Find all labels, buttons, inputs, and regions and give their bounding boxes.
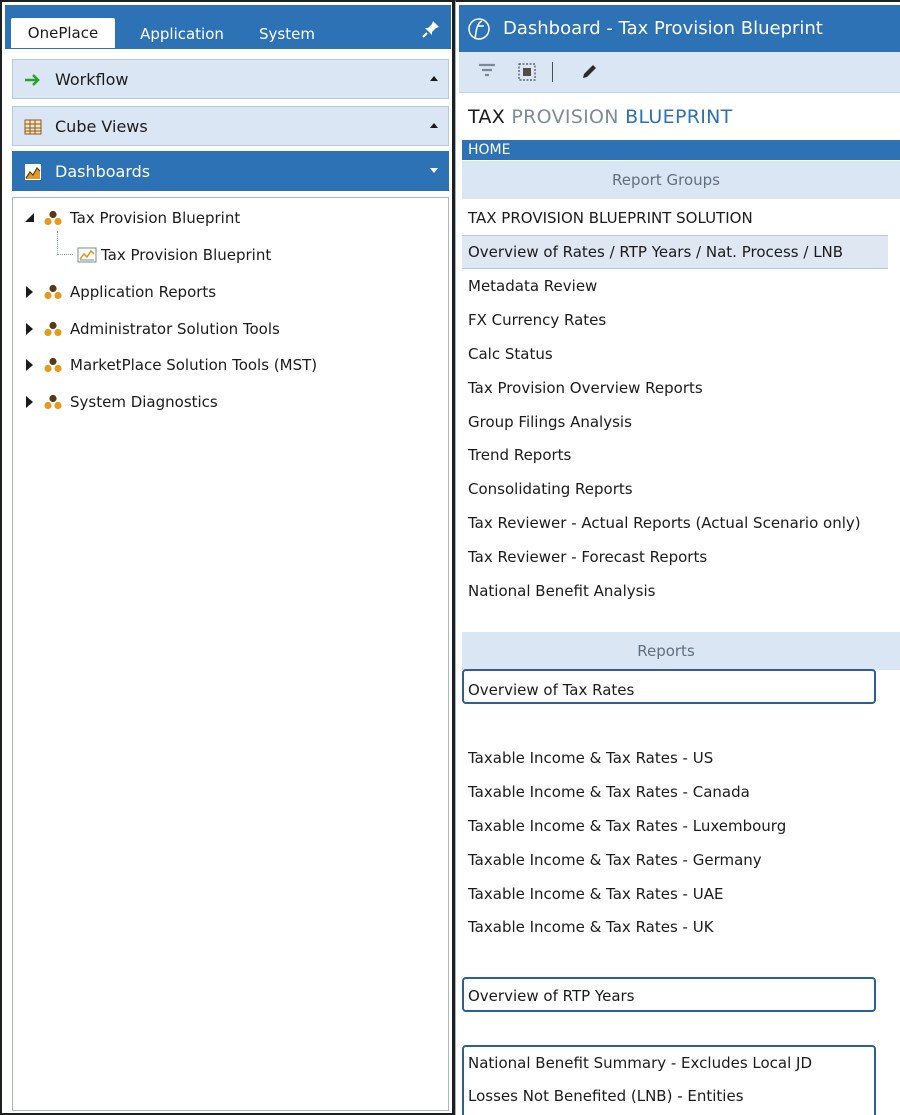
- report-national-benefit-summary[interactable]: National Benefit Summary - Excludes Loca…: [468, 1048, 812, 1078]
- report-group-item[interactable]: Tax Reviewer - Forecast Reports: [468, 542, 707, 572]
- select-icon[interactable]: [517, 62, 537, 82]
- tree-node-system-diagnostics[interactable]: System Diagnostics: [13, 387, 413, 417]
- tab-oneplace[interactable]: OnePlace: [11, 18, 115, 48]
- report-group-item-selected[interactable]: Overview of Rates / RTP Years / Nat. Pro…: [468, 237, 843, 267]
- dashboards-label: Dashboards: [55, 162, 151, 181]
- tree-label: Tax Provision Blueprint: [70, 209, 241, 227]
- report-item[interactable]: Taxable Income & Tax Rates - UAE: [468, 879, 723, 909]
- caret-up-icon: [430, 123, 438, 128]
- report-overview-tax-rates[interactable]: Overview of Tax Rates: [468, 675, 634, 705]
- tree-label: Tax Provision Blueprint: [101, 246, 272, 264]
- tree-label: Administrator Solution Tools: [70, 320, 280, 338]
- tree-label: System Diagnostics: [70, 393, 218, 411]
- tree-label: MarketPlace Solution Tools (MST): [70, 356, 318, 374]
- group-icon: [44, 394, 62, 410]
- report-group-item[interactable]: FX Currency Rates: [468, 305, 606, 335]
- tree-label: Application Reports: [70, 283, 217, 301]
- report-group-item[interactable]: National Benefit Analysis: [468, 576, 655, 606]
- caret-down-icon: [430, 168, 438, 173]
- report-item[interactable]: Taxable Income & Tax Rates - Canada: [468, 777, 750, 807]
- dashboards-panel-header[interactable]: Dashboards: [12, 151, 449, 191]
- left-tab-bar: OnePlace Application System: [5, 5, 451, 49]
- group-icon: [44, 321, 62, 337]
- tree-node-application-reports[interactable]: Application Reports: [13, 277, 413, 307]
- report-group-item[interactable]: Calc Status: [468, 339, 553, 369]
- workflow-panel-header[interactable]: Workflow: [12, 59, 449, 99]
- pin-icon[interactable]: [421, 19, 441, 39]
- tree-node-tax-provision-blueprint-dashboard[interactable]: Tax Provision Blueprint: [13, 240, 413, 270]
- dashboard-heading: TAX PROVISION BLUEPRINT: [468, 106, 733, 128]
- cube-views-label: Cube Views: [55, 117, 148, 136]
- window-title: Dashboard - Tax Provision Blueprint: [503, 18, 823, 39]
- report-item[interactable]: Taxable Income & Tax Rates - UK: [468, 912, 714, 942]
- report-group-item[interactable]: Tax Reviewer - Actual Reports (Actual Sc…: [468, 508, 861, 538]
- dashboard-title-bar: Dashboard - Tax Provision Blueprint: [459, 5, 900, 52]
- report-group-item[interactable]: Metadata Review: [468, 271, 597, 301]
- chart-icon: [77, 247, 97, 263]
- collapsed-icon[interactable]: [26, 323, 33, 335]
- tree-node-marketplace-solution-tools[interactable]: MarketPlace Solution Tools (MST): [13, 350, 433, 380]
- tab-application[interactable]: Application: [127, 19, 237, 49]
- workflow-label: Workflow: [55, 70, 129, 89]
- tree-node-administrator-solution-tools[interactable]: Administrator Solution Tools: [13, 314, 413, 344]
- grid-icon: [24, 119, 42, 135]
- collapsed-icon[interactable]: [26, 359, 33, 371]
- home-breadcrumb[interactable]: HOME: [462, 140, 900, 160]
- group-icon: [44, 284, 62, 300]
- group-icon: [44, 210, 62, 226]
- arrow-right-icon: [25, 74, 40, 86]
- report-group-item[interactable]: Consolidating Reports: [468, 474, 633, 504]
- dashboard-tree: Tax Provision Blueprint Tax Provision Bl…: [12, 197, 449, 1111]
- collapsed-icon[interactable]: [26, 286, 33, 298]
- heading-part-blueprint: BLUEPRINT: [625, 106, 733, 128]
- report-group-item[interactable]: Trend Reports: [468, 440, 571, 470]
- report-item[interactable]: Taxable Income & Tax Rates - US: [468, 743, 713, 773]
- dashboard-toolbar: [459, 52, 900, 93]
- report-lnb-entities[interactable]: Losses Not Benefited (LNB) - Entities: [468, 1081, 744, 1111]
- dashboard-pane: Dashboard - Tax Provision Blueprint TAX …: [455, 0, 900, 1115]
- pencil-icon[interactable]: [579, 62, 599, 82]
- report-groups-header: Report Groups: [462, 161, 900, 199]
- toolbar-separator: [552, 62, 553, 82]
- cube-views-panel-header[interactable]: Cube Views: [12, 106, 449, 146]
- heading-part-provision: PROVISION: [511, 106, 619, 128]
- filter-icon[interactable]: [477, 62, 497, 82]
- report-item[interactable]: Taxable Income & Tax Rates - Luxembourg: [468, 811, 786, 841]
- logo-icon: [468, 18, 490, 40]
- tab-system[interactable]: System: [249, 19, 325, 49]
- reports-header: Reports: [462, 632, 900, 670]
- expanded-icon[interactable]: [25, 213, 34, 222]
- collapsed-icon[interactable]: [26, 396, 33, 408]
- heading-part-tax: TAX: [468, 106, 506, 128]
- navigation-pane: OnePlace Application System Workflow Cub…: [0, 0, 455, 1115]
- group-icon: [44, 357, 62, 373]
- caret-up-icon: [430, 76, 438, 81]
- report-group-item[interactable]: TAX PROVISION BLUEPRINT SOLUTION: [468, 203, 753, 233]
- report-group-item[interactable]: Tax Provision Overview Reports: [468, 373, 703, 403]
- report-group-item[interactable]: Group Filings Analysis: [468, 407, 632, 437]
- report-item[interactable]: Taxable Income & Tax Rates - Germany: [468, 845, 762, 875]
- tree-node-tax-provision-blueprint[interactable]: Tax Provision Blueprint: [13, 203, 413, 233]
- report-overview-rtp-years[interactable]: Overview of RTP Years: [468, 981, 635, 1011]
- chart-icon: [25, 164, 41, 180]
